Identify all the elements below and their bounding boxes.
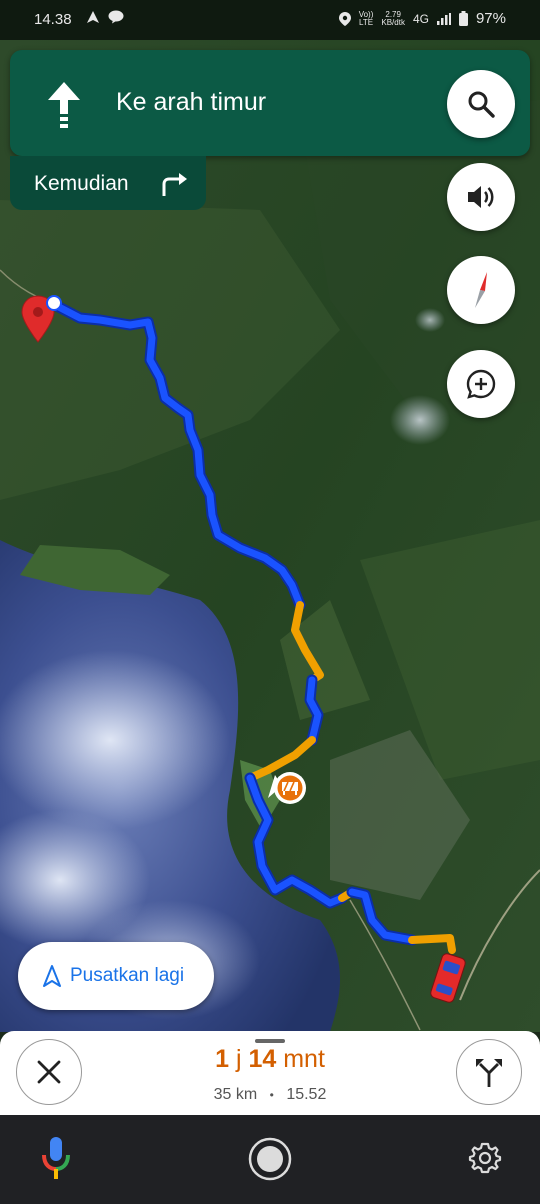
trip-details: 35 km • 15.52 [0,1086,540,1104]
add-report-button[interactable] [447,350,515,418]
alternate-routes-icon [476,1059,502,1087]
sheet-drag-handle[interactable] [255,1039,285,1043]
navigation-status-icon [87,11,99,23]
location-icon [338,11,351,26]
search-icon [468,91,495,118]
trip-distance: 35 km [213,1086,258,1103]
turn-right-icon [162,173,187,196]
mic-icon[interactable] [40,1135,72,1181]
recenter-button[interactable]: Pusatkan lagi [18,942,214,1010]
compass-button[interactable] [447,256,515,324]
status-time: 14.38 [34,11,72,28]
straight-arrow-icon [48,82,80,128]
eta-hours: 1 [215,1045,229,1073]
settings-icon[interactable] [468,1141,502,1175]
navigation-instruction: Ke arah timur [116,88,267,116]
battery-level: 97% [475,10,506,27]
trip-separator: • [269,1088,274,1102]
navigation-arrow-icon [43,965,61,987]
network-speed: 2.79 KB/dtk [381,9,405,27]
next-step-label: Kemudian [34,172,129,195]
next-step-card[interactable]: Kemudian [10,156,206,210]
eta-hours-unit: j [235,1045,242,1073]
network-type: 4G [412,11,429,26]
route-end-marker [46,295,62,311]
signal-icon [436,12,451,25]
sound-button[interactable] [447,163,515,231]
search-button[interactable] [447,70,515,138]
home-icon[interactable] [248,1137,292,1181]
arrival-time: 15.52 [286,1086,327,1103]
eta-minutes: 14 [248,1045,277,1073]
recenter-label: Pusatkan lagi [70,965,185,986]
battery-icon [458,11,468,26]
volte-indicator: Vo)) LTE [358,9,374,27]
volume-icon [468,186,494,208]
trip-summary-sheet[interactable]: 1 j 14 mnt 35 km • 15.52 [0,1031,540,1115]
line-app-icon [108,10,124,24]
alternate-routes-button[interactable] [456,1039,522,1105]
system-navigation-bar [0,1115,540,1204]
add-report-icon [466,369,496,399]
status-bar: 14.38 Vo)) LTE 2.79 KB/dtk 4G 97% [0,0,540,40]
eta-minutes-unit: mnt [283,1045,325,1073]
compass-icon [475,272,487,308]
